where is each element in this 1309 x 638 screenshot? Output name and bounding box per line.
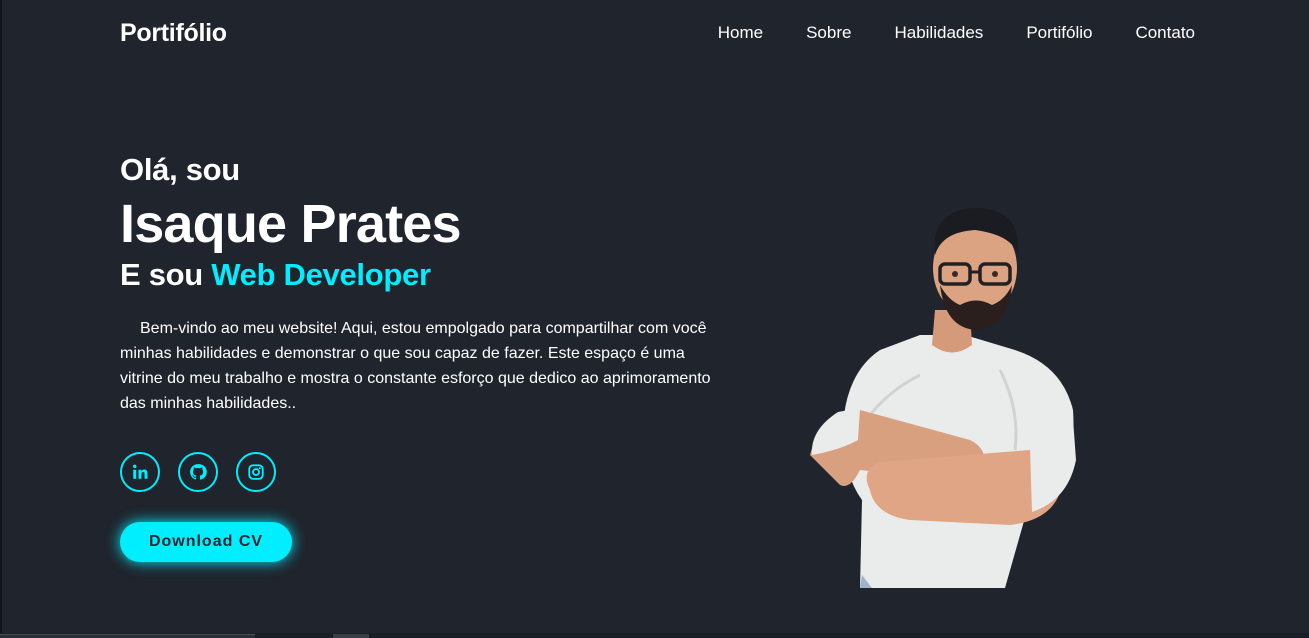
taskbar-tab bbox=[333, 634, 369, 638]
avatar-image bbox=[810, 208, 1076, 588]
site-header: Portifólio Home Sobre Habilidades Portif… bbox=[0, 0, 1309, 68]
github-icon bbox=[190, 464, 207, 480]
left-border bbox=[0, 0, 2, 638]
instagram-link[interactable] bbox=[236, 452, 276, 492]
nav-portifolio[interactable]: Portifólio bbox=[1026, 23, 1092, 43]
hero-name: Isaque Prates bbox=[120, 194, 462, 254]
greeting: Olá, sou bbox=[120, 152, 240, 187]
bottom-strip bbox=[0, 633, 1309, 638]
intro-paragraph: Bem-vindo ao meu website! Aqui, estou em… bbox=[120, 320, 711, 412]
role-prefix: E sou bbox=[120, 257, 203, 292]
main-nav: Home Sobre Habilidades Portifólio Contat… bbox=[718, 23, 1195, 43]
linkedin-icon bbox=[133, 464, 148, 479]
nav-contato[interactable]: Contato bbox=[1135, 23, 1195, 43]
role-accent: Web Developer bbox=[211, 257, 431, 292]
github-link[interactable] bbox=[178, 452, 218, 492]
nav-sobre[interactable]: Sobre bbox=[806, 23, 851, 43]
page: Portifólio Home Sobre Habilidades Portif… bbox=[0, 0, 1309, 638]
social-links bbox=[120, 452, 276, 492]
logo[interactable]: Portifólio bbox=[120, 19, 227, 48]
taskbar-tab bbox=[0, 634, 255, 638]
download-cv-button[interactable]: Download CV bbox=[120, 522, 292, 562]
hero-section: Olá, sou Isaque Prates E sou Web Develop… bbox=[120, 150, 730, 416]
linkedin-link[interactable] bbox=[120, 452, 160, 492]
nav-habilidades[interactable]: Habilidades bbox=[894, 23, 983, 43]
hero-role: E sou Web Developer bbox=[120, 256, 730, 294]
nav-home[interactable]: Home bbox=[718, 23, 763, 43]
instagram-icon bbox=[248, 464, 264, 480]
